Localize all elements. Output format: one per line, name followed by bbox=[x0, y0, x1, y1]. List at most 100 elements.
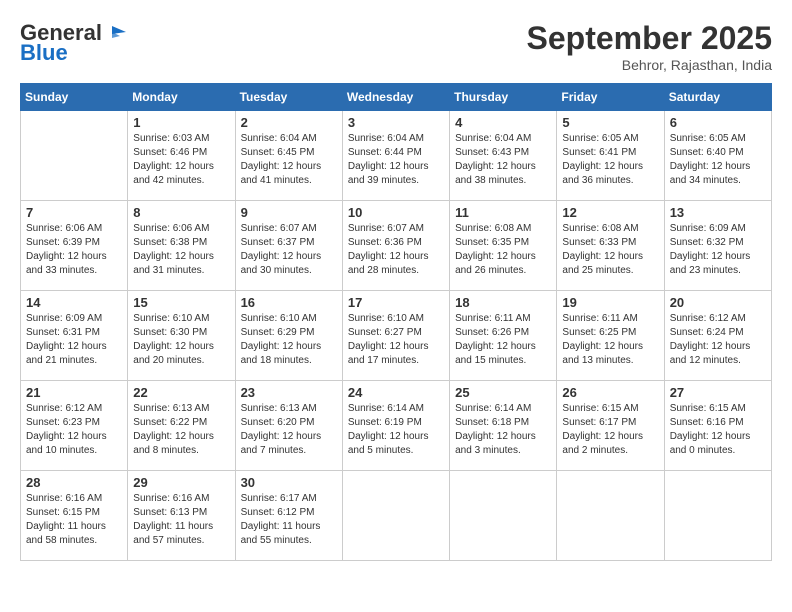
day-number: 28 bbox=[26, 475, 122, 490]
day-number: 20 bbox=[670, 295, 766, 310]
cell-w4-d0: 21Sunrise: 6:12 AMSunset: 6:23 PMDayligh… bbox=[21, 381, 128, 471]
day-info: Sunrise: 6:14 AMSunset: 6:19 PMDaylight:… bbox=[348, 402, 444, 458]
calendar-header-row: Sunday Monday Tuesday Wednesday Thursday… bbox=[21, 84, 772, 111]
day-number: 5 bbox=[562, 115, 658, 130]
day-info: Sunrise: 6:15 AMSunset: 6:17 PMDaylight:… bbox=[562, 402, 658, 458]
day-info: Sunrise: 6:13 AMSunset: 6:22 PMDaylight:… bbox=[133, 402, 229, 458]
day-info: Sunrise: 6:06 AMSunset: 6:38 PMDaylight:… bbox=[133, 222, 229, 278]
cell-w1-d2: 2 Sunrise: 6:04 AMSunset: 6:45 PMDaylight… bbox=[235, 111, 342, 201]
day-info: Sunrise: 6:07 AMSunset: 6:36 PMDaylight:… bbox=[348, 222, 444, 278]
day-number: 15 bbox=[133, 295, 229, 310]
cell-w5-d0: 28 Sunrise: 6:16 AMSunset: 6:15 PMDayligh… bbox=[21, 471, 128, 561]
cell-w1-d3: 3 Sunrise: 6:04 AMSunset: 6:44 PMDaylight… bbox=[342, 111, 449, 201]
cell-w2-d6: 13Sunrise: 6:09 AMSunset: 6:32 PMDayligh… bbox=[664, 201, 771, 291]
day-info: Sunrise: 6:04 AMSunset: 6:44 PMDaylight:… bbox=[348, 132, 444, 188]
header-friday: Friday bbox=[557, 84, 664, 111]
cell-w1-d4: 4Sunrise: 6:04 AMSunset: 6:43 PMDaylight… bbox=[450, 111, 557, 201]
day-number: 26 bbox=[562, 385, 658, 400]
day-number: 30 bbox=[241, 475, 337, 490]
day-number: 27 bbox=[670, 385, 766, 400]
cell-w3-d1: 15Sunrise: 6:10 AMSunset: 6:30 PMDayligh… bbox=[128, 291, 235, 381]
day-number: 9 bbox=[241, 205, 337, 220]
day-info: Sunrise: 6:09 AMSunset: 6:31 PMDaylight:… bbox=[26, 312, 122, 368]
day-number: 3 bbox=[348, 115, 444, 130]
day-number: 4 bbox=[455, 115, 551, 130]
week-row-5: 28 Sunrise: 6:16 AMSunset: 6:15 PMDayligh… bbox=[21, 471, 772, 561]
day-info: Sunrise: 6:08 AMSunset: 6:33 PMDaylight:… bbox=[562, 222, 658, 278]
day-number: 18 bbox=[455, 295, 551, 310]
header-sunday: Sunday bbox=[21, 84, 128, 111]
cell-w2-d3: 10Sunrise: 6:07 AMSunset: 6:36 PMDayligh… bbox=[342, 201, 449, 291]
day-number: 21 bbox=[26, 385, 122, 400]
day-number: 8 bbox=[133, 205, 229, 220]
logo-bird-icon bbox=[104, 24, 126, 42]
month-title: September 2025 bbox=[527, 20, 772, 57]
day-number: 17 bbox=[348, 295, 444, 310]
day-info: Sunrise: 6:10 AMSunset: 6:27 PMDaylight:… bbox=[348, 312, 444, 368]
cell-w2-d0: 7 Sunrise: 6:06 AMSunset: 6:39 PMDaylight… bbox=[21, 201, 128, 291]
cell-w4-d3: 24 Sunrise: 6:14 AMSunset: 6:19 PMDayligh… bbox=[342, 381, 449, 471]
cell-w4-d6: 27 Sunrise: 6:15 AMSunset: 6:16 PMDayligh… bbox=[664, 381, 771, 471]
day-info: Sunrise: 6:15 AMSunset: 6:16 PMDaylight:… bbox=[670, 402, 766, 458]
cell-w3-d5: 19 Sunrise: 6:11 AMSunset: 6:25 PMDayligh… bbox=[557, 291, 664, 381]
cell-w4-d1: 22 Sunrise: 6:13 AMSunset: 6:22 PMDayligh… bbox=[128, 381, 235, 471]
cell-w1-d5: 5 Sunrise: 6:05 AMSunset: 6:41 PMDaylight… bbox=[557, 111, 664, 201]
day-number: 24 bbox=[348, 385, 444, 400]
cell-w3-d2: 16 Sunrise: 6:10 AMSunset: 6:29 PMDayligh… bbox=[235, 291, 342, 381]
cell-w1-d6: 6 Sunrise: 6:05 AMSunset: 6:40 PMDaylight… bbox=[664, 111, 771, 201]
day-info: Sunrise: 6:11 AMSunset: 6:25 PMDaylight:… bbox=[562, 312, 658, 368]
day-number: 6 bbox=[670, 115, 766, 130]
day-info: Sunrise: 6:04 AMSunset: 6:45 PMDaylight:… bbox=[241, 132, 337, 188]
cell-w5-d1: 29Sunrise: 6:16 AMSunset: 6:13 PMDayligh… bbox=[128, 471, 235, 561]
cell-w2-d1: 8 Sunrise: 6:06 AMSunset: 6:38 PMDaylight… bbox=[128, 201, 235, 291]
day-info: Sunrise: 6:14 AMSunset: 6:18 PMDaylight:… bbox=[455, 402, 551, 458]
day-info: Sunrise: 6:11 AMSunset: 6:26 PMDaylight:… bbox=[455, 312, 551, 368]
header-saturday: Saturday bbox=[664, 84, 771, 111]
calendar-table: Sunday Monday Tuesday Wednesday Thursday… bbox=[20, 83, 772, 561]
day-info: Sunrise: 6:03 AMSunset: 6:46 PMDaylight:… bbox=[133, 132, 229, 188]
week-row-4: 21Sunrise: 6:12 AMSunset: 6:23 PMDayligh… bbox=[21, 381, 772, 471]
logo: General Blue bbox=[20, 20, 126, 66]
week-row-2: 7 Sunrise: 6:06 AMSunset: 6:39 PMDaylight… bbox=[21, 201, 772, 291]
header-monday: Monday bbox=[128, 84, 235, 111]
cell-w4-d4: 25Sunrise: 6:14 AMSunset: 6:18 PMDayligh… bbox=[450, 381, 557, 471]
day-number: 29 bbox=[133, 475, 229, 490]
day-info: Sunrise: 6:06 AMSunset: 6:39 PMDaylight:… bbox=[26, 222, 122, 278]
day-info: Sunrise: 6:07 AMSunset: 6:37 PMDaylight:… bbox=[241, 222, 337, 278]
logo-text-blue: Blue bbox=[20, 40, 68, 66]
cell-w5-d5 bbox=[557, 471, 664, 561]
cell-w5-d6 bbox=[664, 471, 771, 561]
day-info: Sunrise: 6:05 AMSunset: 6:40 PMDaylight:… bbox=[670, 132, 766, 188]
day-number: 19 bbox=[562, 295, 658, 310]
week-row-1: 1 Sunrise: 6:03 AMSunset: 6:46 PMDaylight… bbox=[21, 111, 772, 201]
day-number: 23 bbox=[241, 385, 337, 400]
day-info: Sunrise: 6:10 AMSunset: 6:29 PMDaylight:… bbox=[241, 312, 337, 368]
cell-w2-d5: 12Sunrise: 6:08 AMSunset: 6:33 PMDayligh… bbox=[557, 201, 664, 291]
day-number: 1 bbox=[133, 115, 229, 130]
cell-w3-d4: 18 Sunrise: 6:11 AMSunset: 6:26 PMDayligh… bbox=[450, 291, 557, 381]
cell-w3-d3: 17 Sunrise: 6:10 AMSunset: 6:27 PMDayligh… bbox=[342, 291, 449, 381]
week-row-3: 14 Sunrise: 6:09 AMSunset: 6:31 PMDayligh… bbox=[21, 291, 772, 381]
header-wednesday: Wednesday bbox=[342, 84, 449, 111]
cell-w1-d0 bbox=[21, 111, 128, 201]
day-info: Sunrise: 6:17 AMSunset: 6:12 PMDaylight:… bbox=[241, 492, 337, 548]
title-section: September 2025 Behror, Rajasthan, India bbox=[527, 20, 772, 73]
header-thursday: Thursday bbox=[450, 84, 557, 111]
cell-w2-d2: 9 Sunrise: 6:07 AMSunset: 6:37 PMDaylight… bbox=[235, 201, 342, 291]
day-number: 16 bbox=[241, 295, 337, 310]
day-info: Sunrise: 6:05 AMSunset: 6:41 PMDaylight:… bbox=[562, 132, 658, 188]
day-number: 7 bbox=[26, 205, 122, 220]
day-info: Sunrise: 6:13 AMSunset: 6:20 PMDaylight:… bbox=[241, 402, 337, 458]
day-info: Sunrise: 6:08 AMSunset: 6:35 PMDaylight:… bbox=[455, 222, 551, 278]
day-info: Sunrise: 6:16 AMSunset: 6:15 PMDaylight:… bbox=[26, 492, 122, 548]
cell-w4-d5: 26 Sunrise: 6:15 AMSunset: 6:17 PMDayligh… bbox=[557, 381, 664, 471]
day-info: Sunrise: 6:09 AMSunset: 6:32 PMDaylight:… bbox=[670, 222, 766, 278]
cell-w4-d2: 23 Sunrise: 6:13 AMSunset: 6:20 PMDayligh… bbox=[235, 381, 342, 471]
day-number: 2 bbox=[241, 115, 337, 130]
day-number: 22 bbox=[133, 385, 229, 400]
cell-w3-d6: 20Sunrise: 6:12 AMSunset: 6:24 PMDayligh… bbox=[664, 291, 771, 381]
cell-w3-d0: 14 Sunrise: 6:09 AMSunset: 6:31 PMDayligh… bbox=[21, 291, 128, 381]
cell-w2-d4: 11Sunrise: 6:08 AMSunset: 6:35 PMDayligh… bbox=[450, 201, 557, 291]
day-number: 14 bbox=[26, 295, 122, 310]
header-tuesday: Tuesday bbox=[235, 84, 342, 111]
